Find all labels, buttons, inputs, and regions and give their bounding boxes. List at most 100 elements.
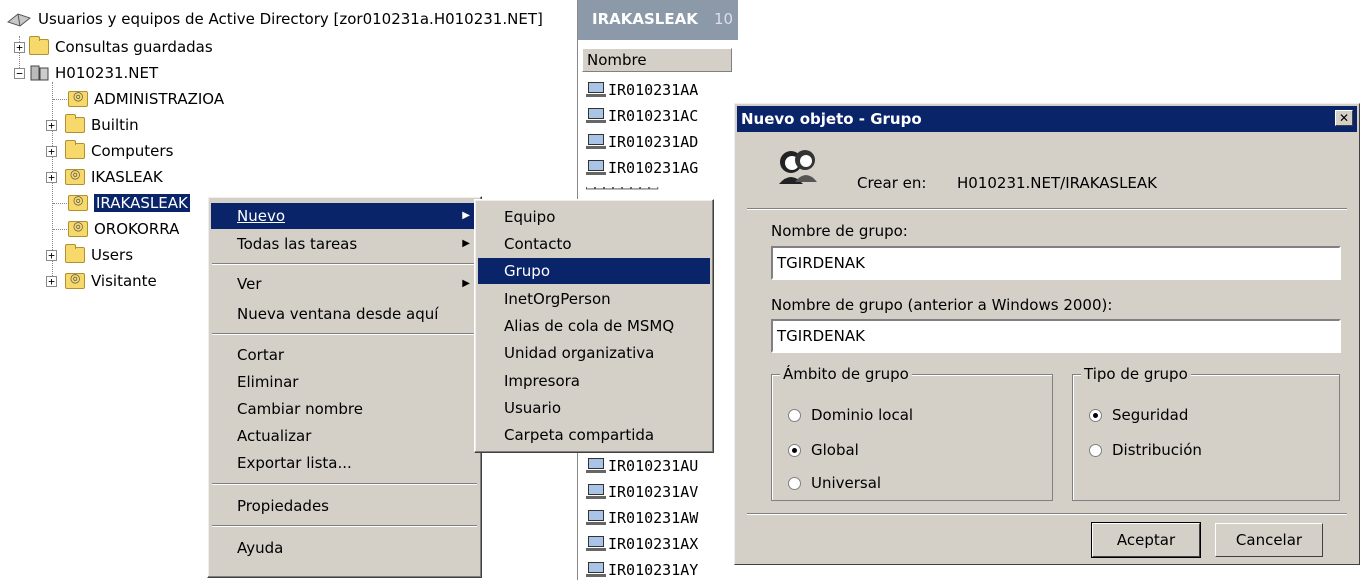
tree-item-label: ADMINISTRAZIOA (94, 90, 225, 108)
tree-item-label: OROKORRA (94, 220, 180, 238)
expand-icon[interactable]: + (46, 275, 57, 287)
menu-item-cambiar-nombre[interactable]: Cambiar nombre (211, 396, 478, 422)
dialog-titlebar[interactable]: Nuevo objeto - Grupo ✕ (737, 106, 1357, 132)
ok-button[interactable]: Aceptar (1091, 522, 1201, 558)
tree-item-orokorra[interactable]: OROKORRA (68, 216, 179, 242)
ad-users-computers-icon (6, 10, 32, 28)
expand-icon[interactable]: + (14, 41, 25, 53)
menu-item-label: Actualizar (237, 427, 312, 445)
submenu-item-label: Impresora (504, 372, 580, 390)
tree-root[interactable]: Usuarios y equipos de Active Directory [… (6, 6, 543, 32)
radio-label: Distribución (1112, 441, 1202, 459)
list-item[interactable]: IR010231AC (586, 104, 698, 128)
menu-item-cortar[interactable]: Cortar (211, 342, 478, 368)
menu-item-nuevo[interactable]: Nuevo ▶ (211, 203, 478, 229)
submenu-item-impresora[interactable]: Impresora (478, 368, 710, 394)
submenu-item-unidad-organizativa[interactable]: Unidad organizativa (478, 340, 710, 366)
expand-icon[interactable]: + (46, 171, 57, 183)
tree-item-ikasleak[interactable]: + IKASLEAK (46, 164, 163, 190)
menu-item-label: Ver (237, 275, 262, 293)
tree-line (53, 229, 67, 230)
radio-label: Global (811, 441, 859, 459)
create-in-label: Crear en: (857, 174, 927, 192)
submenu-item-usuario[interactable]: Usuario (478, 395, 710, 421)
menu-item-actualizar[interactable]: Actualizar (211, 423, 478, 449)
radio-icon (788, 476, 801, 490)
type-distribution-radio[interactable]: Distribución (1089, 441, 1202, 459)
details-header-title: IRAKASLEAK (592, 10, 698, 28)
expand-icon[interactable]: + (46, 249, 57, 261)
list-item-label: IR010231AD (608, 133, 699, 151)
list-item[interactable]: IR010231AU (586, 454, 698, 478)
submenu-item-alias-msmq[interactable]: Alias de cola de MSMQ (478, 313, 710, 339)
tree-item-irakasleak[interactable]: IRAKASLEAK (68, 190, 190, 216)
submenu-nuevo: Equipo Contacto Grupo InetOrgPerson Alia… (474, 199, 714, 453)
menu-item-propiedades[interactable]: Propiedades (211, 493, 478, 519)
tree-item-computers[interactable]: + Computers (46, 138, 173, 164)
tree-item-domain[interactable]: − H010231.NET (14, 60, 158, 86)
submenu-item-label: Grupo (504, 262, 550, 280)
menu-item-nueva-ventana[interactable]: Nueva ventana desde aquí (211, 301, 478, 327)
cancel-button[interactable]: Cancelar (1215, 523, 1323, 557)
radio-label: Universal (811, 474, 882, 492)
tree-item-visitante[interactable]: + Visitante (46, 268, 157, 294)
expand-icon[interactable]: + (46, 119, 57, 131)
menu-item-ayuda[interactable]: Ayuda (211, 535, 478, 561)
scope-universal-radio[interactable]: Universal (788, 474, 881, 492)
submenu-item-label: Usuario (504, 399, 562, 417)
list-item[interactable]: IR010231AD (586, 130, 698, 154)
list-item[interactable]: IR010231AY (586, 558, 698, 582)
menu-item-label: Nuevo (237, 207, 286, 225)
group-type-title: Tipo de grupo (1081, 365, 1191, 383)
ou-icon (68, 89, 88, 107)
list-item[interactable]: IR010231AX (586, 532, 698, 556)
list-item[interactable]: IR010231AV (586, 480, 698, 504)
group-scope-box: Ámbito de grupo Dominio local Global Uni… (771, 365, 1053, 501)
submenu-item-inetorgperson[interactable]: InetOrgPerson (478, 286, 710, 312)
submenu-item-contacto[interactable]: Contacto (478, 231, 710, 257)
menu-item-label: Propiedades (237, 497, 329, 515)
group-name-field[interactable]: TGIRDENAK (771, 246, 1341, 280)
submenu-item-label: Carpeta compartida (504, 426, 655, 444)
details-header: IRAKASLEAK 10 (578, 0, 738, 40)
tree-line (53, 99, 67, 100)
submenu-item-label: InetOrgPerson (504, 290, 611, 308)
submenu-item-carpeta-compartida[interactable]: Carpeta compartida (478, 422, 710, 448)
list-item-label: IR010231AX (608, 535, 699, 553)
menu-item-eliminar[interactable]: Eliminar (211, 369, 478, 395)
scope-domain-local-radio[interactable]: Dominio local (788, 406, 913, 424)
list-item[interactable]: IR010231AW (586, 506, 698, 530)
list-item[interactable]: IR010231AG (586, 156, 698, 180)
tree-item-consultas[interactable]: + Consultas guardadas (14, 34, 213, 60)
menu-item-label: Nueva ventana desde aquí (237, 305, 439, 323)
collapse-icon[interactable]: − (14, 67, 25, 79)
expand-icon[interactable]: + (46, 145, 57, 157)
computer-icon (586, 484, 606, 500)
menu-item-label: Cortar (237, 346, 285, 364)
tree-item-label: Consultas guardadas (55, 38, 213, 56)
submenu-item-equipo[interactable]: Equipo (478, 204, 710, 230)
menu-item-label: Exportar lista... (237, 454, 352, 472)
column-header-nombre[interactable]: Nombre (582, 48, 732, 72)
menu-item-ver[interactable]: Ver ▶ (211, 271, 478, 297)
close-button[interactable]: ✕ (1335, 110, 1353, 126)
tree-item-builtin[interactable]: + Builtin (46, 112, 139, 138)
tree-item-users[interactable]: + Users (46, 242, 133, 268)
pre2000-name-field[interactable]: TGIRDENAK (771, 319, 1341, 353)
submenu-item-label: Contacto (504, 235, 572, 253)
tree-item-administrazioa[interactable]: ADMINISTRAZIOA (68, 86, 224, 112)
group-name-label: Nombre de grupo: (771, 222, 908, 240)
submenu-item-grupo[interactable]: Grupo (478, 258, 710, 284)
computer-icon (586, 510, 606, 526)
menu-item-label: Eliminar (237, 373, 299, 391)
list-item-label: IR010231AA (608, 81, 699, 99)
menu-item-todas-las-tareas[interactable]: Todas las tareas ▶ (211, 231, 478, 257)
folder-icon (65, 114, 85, 133)
menu-item-exportar-lista[interactable]: Exportar lista... (211, 450, 478, 476)
list-item-partial: ▭▭▭▭▭▭▭▭ (586, 187, 726, 195)
type-security-radio[interactable]: Seguridad (1089, 406, 1188, 424)
list-item-label: IR010231AV (608, 483, 699, 501)
list-item[interactable]: IR010231AA (586, 78, 698, 102)
scope-global-radio[interactable]: Global (788, 441, 859, 459)
folder-icon (29, 36, 49, 55)
